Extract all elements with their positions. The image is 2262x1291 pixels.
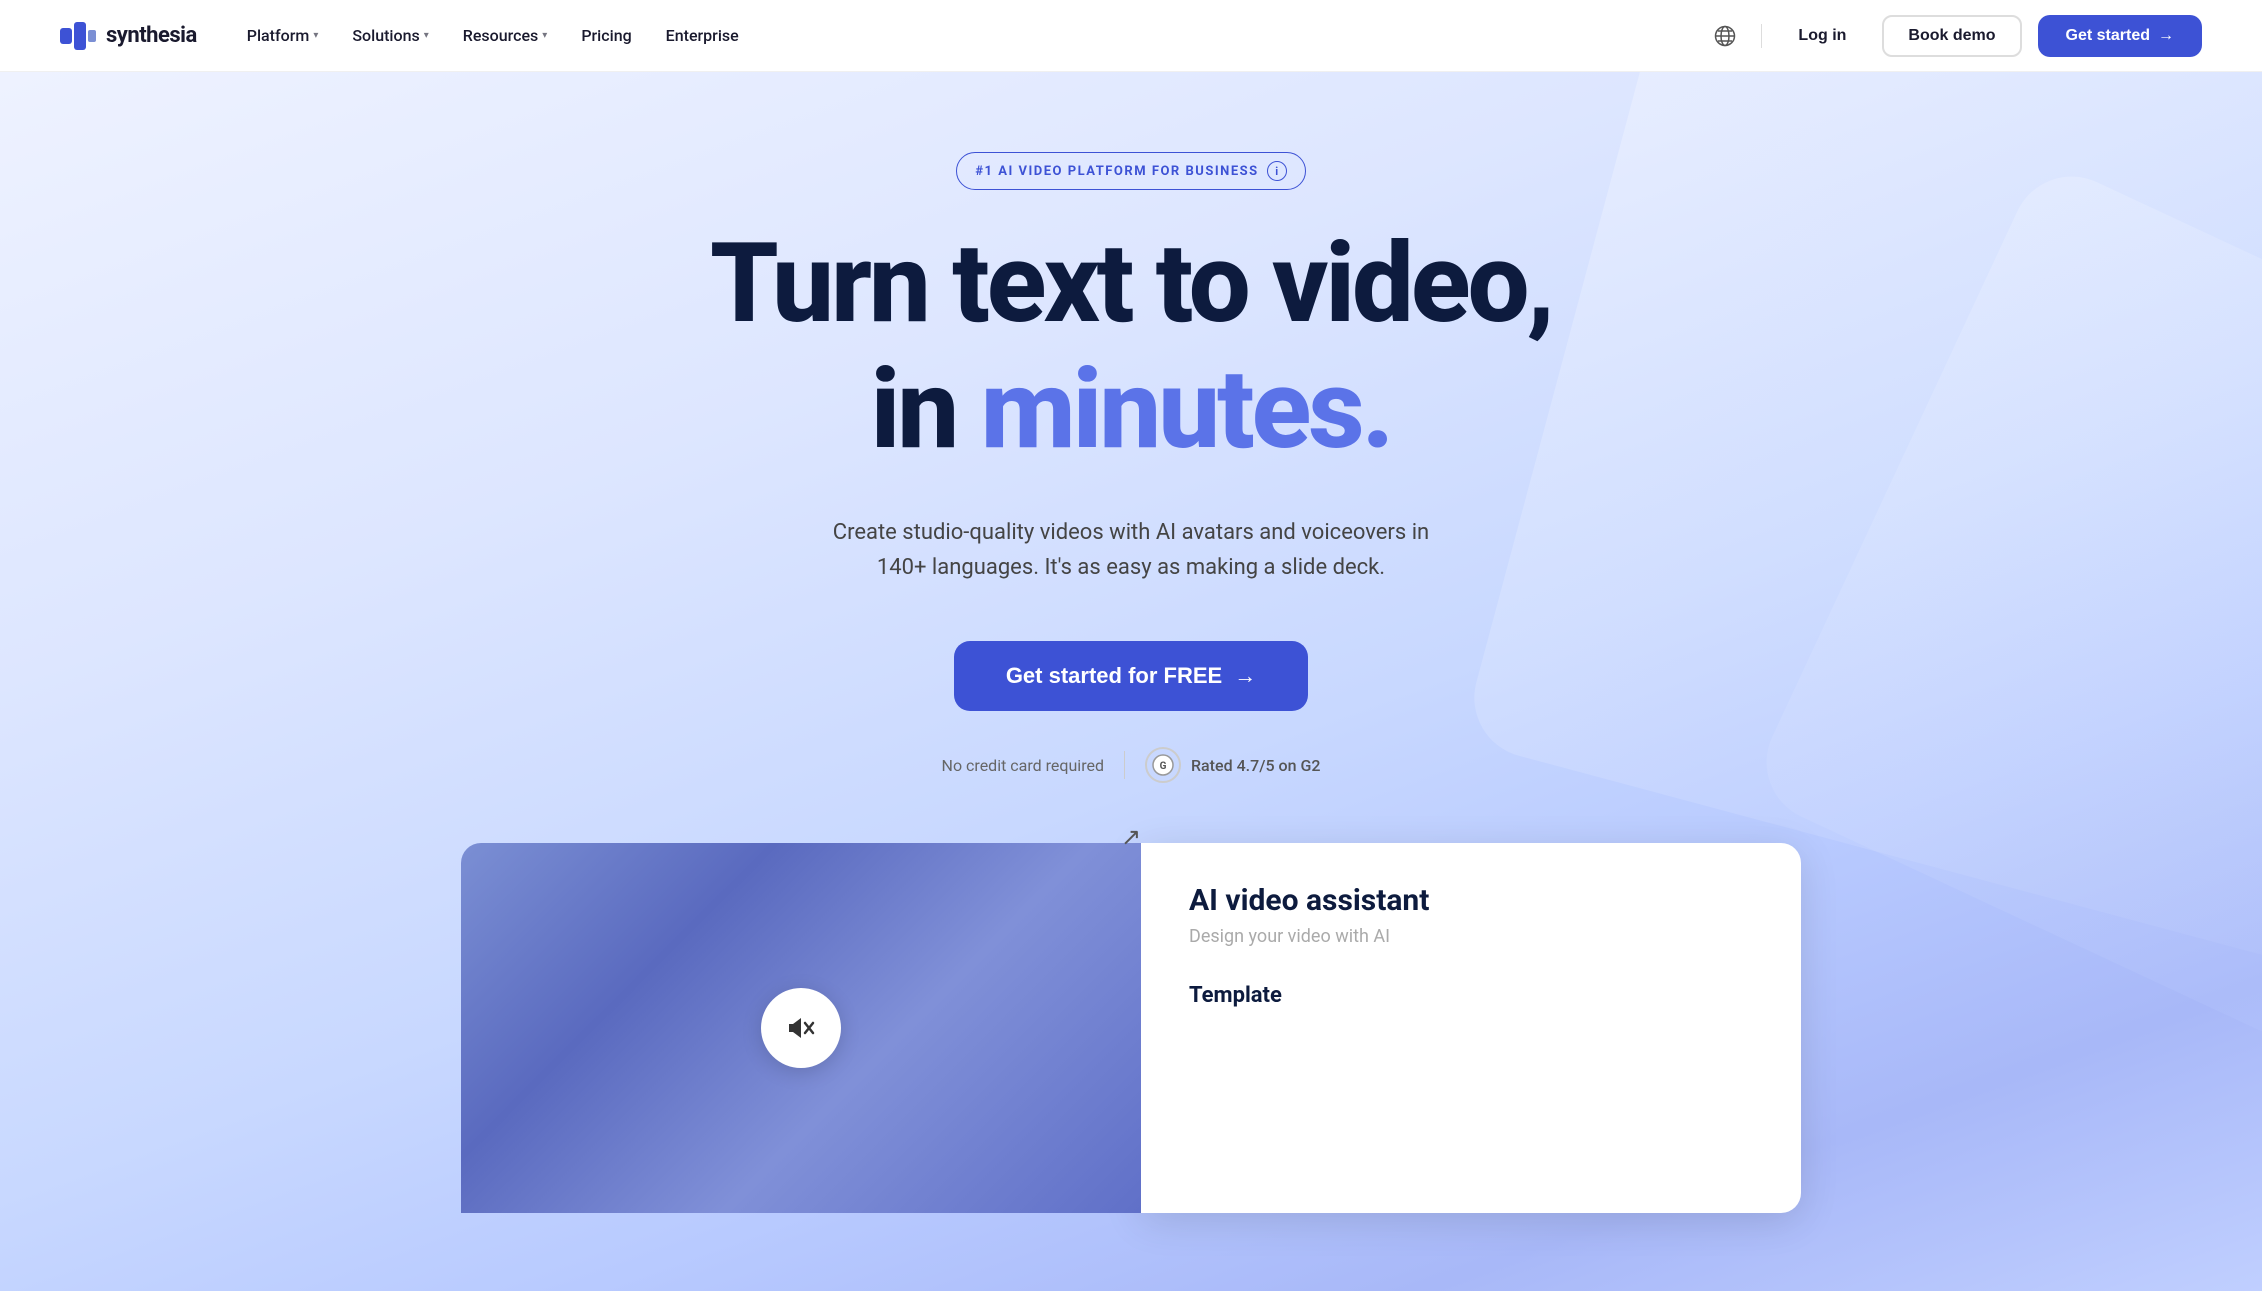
minutes-text: minutes. [981, 345, 1392, 474]
ai-panel-title: AI video assistant [1189, 883, 1753, 918]
hero-title-line1: Turn text to video, [710, 226, 1552, 342]
ai-panel-subtitle: Design your video with AI [1189, 926, 1753, 947]
nav-left: synthesia Platform ▾ Solutions ▾ Resourc… [60, 18, 753, 53]
globe-button[interactable] [1705, 16, 1745, 56]
logo[interactable]: synthesia [60, 22, 197, 50]
logo-icon [60, 22, 96, 50]
navbar: synthesia Platform ▾ Solutions ▾ Resourc… [0, 0, 2262, 72]
video-preview [461, 843, 1141, 1213]
g2-rating-text: Rated 4.7/5 on G2 [1191, 756, 1320, 775]
svg-text:G: G [1160, 761, 1167, 772]
ai-panel: ↗ AI video assistant Design your video w… [1141, 843, 1801, 1213]
nav-item-platform[interactable]: Platform ▾ [233, 18, 333, 53]
badge-text: #1 AI VIDEO PLATFORM FOR BUSINESS [975, 164, 1258, 179]
social-divider [1124, 751, 1125, 779]
in-text: in [871, 345, 981, 474]
corner-arrow: ↗ [1121, 823, 1141, 851]
get-started-nav-button[interactable]: Get started → [2038, 15, 2202, 57]
ai-panel-section: Template [1189, 983, 1753, 1008]
mute-button[interactable] [761, 988, 841, 1068]
chevron-down-icon: ▾ [313, 30, 318, 41]
book-demo-button[interactable]: Book demo [1882, 15, 2021, 57]
g2-badge: G Rated 4.7/5 on G2 [1145, 747, 1320, 783]
cta-button[interactable]: Get started for FREE → [954, 641, 1308, 711]
badge-info-icon: i [1267, 161, 1287, 181]
login-button[interactable]: Log in [1778, 19, 1866, 53]
nav-right: Log in Book demo Get started → [1705, 15, 2202, 57]
mute-icon [785, 1012, 817, 1044]
badge: #1 AI VIDEO PLATFORM FOR BUSINESS i [956, 152, 1305, 190]
nav-item-solutions[interactable]: Solutions ▾ [338, 18, 442, 53]
nav-links: Platform ▾ Solutions ▾ Resources ▾ Prici… [233, 18, 753, 53]
nav-item-resources[interactable]: Resources ▾ [449, 18, 562, 53]
social-proof: No credit card required G Rated 4.7/5 on… [942, 747, 1321, 783]
chevron-down-icon: ▾ [424, 30, 429, 41]
preview-area: ↗ AI video assistant Design your video w… [461, 843, 1801, 1213]
chevron-down-icon: ▾ [542, 30, 547, 41]
no-credit-card-text: No credit card required [942, 756, 1104, 775]
globe-icon [1714, 25, 1736, 47]
hero-subtitle: Create studio-quality videos with AI ava… [833, 515, 1429, 585]
hero-section: #1 AI VIDEO PLATFORM FOR BUSINESS i Turn… [0, 72, 2262, 1291]
hero-title-line2: in minutes. [871, 352, 1392, 468]
logo-text: synthesia [106, 23, 197, 48]
g2-icon: G [1145, 747, 1181, 783]
nav-item-pricing[interactable]: Pricing [567, 18, 645, 53]
nav-item-enterprise[interactable]: Enterprise [652, 18, 753, 53]
nav-divider [1761, 24, 1762, 48]
